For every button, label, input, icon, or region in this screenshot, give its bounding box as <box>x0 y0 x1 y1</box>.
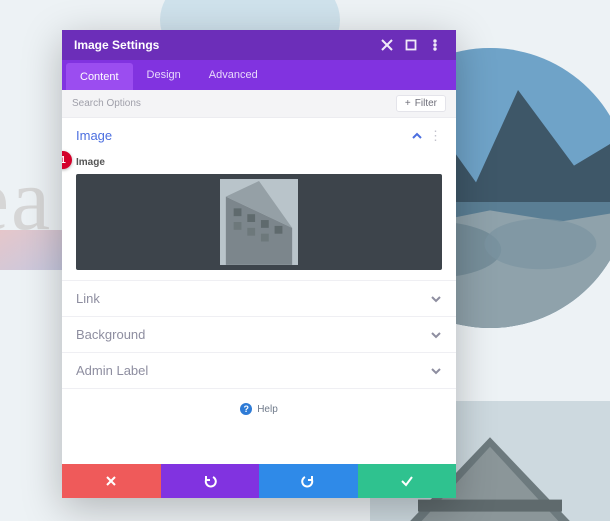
section-link-toggle[interactable]: Link <box>62 281 456 316</box>
filter-label: Filter <box>415 98 437 109</box>
save-button[interactable] <box>358 464 457 498</box>
help-icon: ? <box>240 403 252 415</box>
section-admin-label-toggle[interactable]: Admin Label <box>62 353 456 388</box>
chevron-up-icon <box>411 130 423 142</box>
check-icon <box>400 474 414 488</box>
more-vertical-icon[interactable] <box>426 36 444 54</box>
search-input[interactable]: Search Options <box>72 98 141 109</box>
section-background-toggle[interactable]: Background <box>62 317 456 352</box>
tab-content[interactable]: Content <box>66 63 133 90</box>
help-label: Help <box>257 404 278 415</box>
chevron-down-icon <box>430 293 442 305</box>
redo-button[interactable] <box>259 464 358 498</box>
annotation-badge: 1 <box>62 151 72 169</box>
section-image-toggle[interactable]: Image ⋮ <box>62 118 456 153</box>
filter-button[interactable]: + Filter <box>396 95 446 112</box>
chevron-down-icon <box>430 365 442 377</box>
tab-label: Advanced <box>209 69 258 81</box>
section-title: Background <box>76 327 145 342</box>
section-image: Image ⋮ 1 Image <box>62 118 456 281</box>
field-label-text: Image <box>76 157 105 168</box>
panel-title: Image Settings <box>74 38 159 52</box>
image-settings-panel: Image Settings Content Design Advanced S… <box>62 30 456 498</box>
search-bar: Search Options + Filter <box>62 90 456 118</box>
tab-label: Content <box>80 71 119 83</box>
tab-bar: Content Design Advanced <box>62 60 456 90</box>
section-admin-label: Admin Label <box>62 353 456 389</box>
panel-content: Image ⋮ 1 Image <box>62 118 456 464</box>
section-title: Link <box>76 291 100 306</box>
section-background: Background <box>62 317 456 353</box>
image-thumbnail <box>220 179 298 265</box>
image-field-label: 1 Image <box>62 153 456 172</box>
tab-design[interactable]: Design <box>133 60 195 90</box>
section-title: Image <box>76 128 112 143</box>
redo-icon <box>301 474 315 488</box>
close-icon <box>104 474 118 488</box>
drag-handle-icon[interactable] <box>378 36 396 54</box>
section-title: Admin Label <box>76 363 148 378</box>
cancel-button[interactable] <box>62 464 161 498</box>
chevron-down-icon <box>430 329 442 341</box>
tab-advanced[interactable]: Advanced <box>195 60 272 90</box>
image-upload-well[interactable] <box>76 174 442 270</box>
section-link: Link <box>62 281 456 317</box>
undo-button[interactable] <box>161 464 260 498</box>
panel-header: Image Settings <box>62 30 456 60</box>
tab-label: Design <box>147 69 181 81</box>
undo-icon <box>203 474 217 488</box>
more-vertical-icon[interactable]: ⋮ <box>429 129 442 142</box>
panel-footer <box>62 464 456 498</box>
help-link[interactable]: ? Help <box>62 389 456 423</box>
expand-icon[interactable] <box>402 36 420 54</box>
plus-icon: + <box>405 98 411 109</box>
